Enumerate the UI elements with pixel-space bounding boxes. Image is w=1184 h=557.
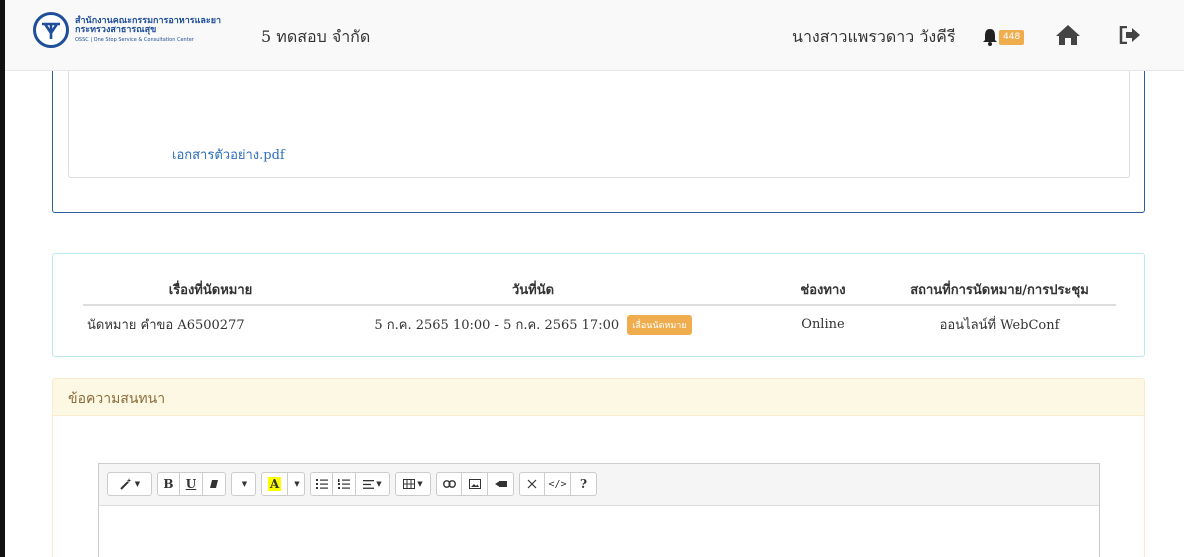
clear-format-button[interactable] — [203, 472, 226, 496]
fullscreen-button[interactable] — [519, 472, 545, 496]
notification-count-badge[interactable]: 448 — [999, 30, 1025, 45]
bullet-list-icon — [315, 479, 328, 489]
documents-panel: เอกสารตัวอย่าง.pdf — [52, 71, 1145, 213]
table-row: นัดหมาย คำขอ A6500277 5 ก.ค. 2565 10:00 … — [83, 305, 1116, 343]
column-header-location: สถานที่การนัดหมาย/การประชุม — [883, 274, 1116, 306]
appointment-date-cell: 5 ก.ค. 2565 10:00 - 5 ก.ค. 2565 17:00 เล… — [303, 305, 763, 343]
chat-panel: ข้อความสนทนา ▼ B U ▼ A ▼ ▼ ▼ </> ? — [52, 378, 1145, 557]
ordered-list-button[interactable] — [333, 472, 356, 496]
appointment-location: ออนไลน์ที่ WebConf — [939, 318, 1060, 333]
video-icon — [494, 481, 507, 487]
logo-line3: OSSC | One Stop Service & Consultation C… — [75, 36, 194, 43]
rich-text-editor[interactable]: ▼ B U ▼ A ▼ ▼ ▼ </> ? — [98, 463, 1100, 557]
fda-logo[interactable]: สำนักงานคณะกรรมการอาหารและยา กระทรวงสาธา… — [33, 12, 221, 48]
window-frame-edge — [0, 0, 5, 557]
bell-icon[interactable] — [981, 28, 999, 50]
appointments-panel: เรื่องที่นัดหมาย วันที่นัด ช่องทาง สถานท… — [52, 253, 1145, 357]
chevron-down-icon: ▼ — [241, 480, 248, 488]
table-insert-button[interactable]: ▼ — [395, 472, 431, 496]
style-magic-wand-button[interactable]: ▼ — [107, 472, 152, 496]
font-color-button[interactable]: A — [261, 472, 288, 496]
column-header-subject: เรื่องที่นัดหมาย — [83, 274, 303, 306]
chevron-down-icon: ▼ — [417, 480, 423, 488]
appointment-subject: นัดหมาย คำขอ A6500277 — [87, 318, 245, 333]
chevron-down-icon: ▼ — [294, 480, 300, 488]
appointment-date: 5 ก.ค. 2565 10:00 - 5 ก.ค. 2565 17:00 — [374, 318, 620, 333]
table-header-row: เรื่องที่นัดหมาย วันที่นัด ช่องทาง สถานท… — [83, 274, 1116, 306]
logout-icon[interactable] — [1119, 25, 1141, 48]
font-color-dropdown-button[interactable]: ▼ — [288, 472, 305, 496]
align-left-icon — [363, 479, 375, 489]
paragraph-align-button[interactable]: ▼ — [356, 472, 390, 496]
top-navbar: สำนักงานคณะกรรมการอาหารและยา กระทรวงสาธา… — [5, 0, 1184, 71]
unordered-list-button[interactable] — [310, 472, 333, 496]
picture-icon — [468, 479, 481, 489]
help-button[interactable]: ? — [571, 472, 597, 496]
link-icon — [442, 480, 456, 488]
eraser-icon — [210, 480, 218, 488]
appointment-channel: Online — [801, 317, 845, 332]
logo-line2: กระทรวงสาธารณสุข — [75, 25, 157, 36]
editor-toolbar: ▼ B U ▼ A ▼ ▼ ▼ </> ? — [99, 464, 1099, 506]
fda-emblem-icon — [33, 12, 69, 48]
bold-button[interactable]: B — [157, 472, 180, 496]
column-header-date: วันที่นัด — [303, 274, 763, 306]
editor-content-area[interactable] — [99, 506, 1099, 557]
user-name[interactable]: นางสาวแพรวดาว วังคีรี — [792, 25, 955, 50]
document-link[interactable]: เอกสารตัวอย่าง.pdf — [172, 144, 285, 165]
underline-button[interactable]: U — [180, 472, 203, 496]
expand-icon — [527, 479, 537, 489]
insert-video-button[interactable] — [488, 472, 514, 496]
chevron-down-icon: ▼ — [376, 480, 382, 488]
column-header-channel: ช่องทาง — [763, 274, 883, 306]
documents-list: เอกสารตัวอย่าง.pdf — [68, 71, 1130, 178]
magic-wand-icon — [120, 478, 132, 490]
reschedule-button[interactable]: เลื่อนนัดหมาย — [627, 315, 692, 335]
insert-link-button[interactable] — [436, 472, 462, 496]
insert-picture-button[interactable] — [462, 472, 488, 496]
numbered-list-icon — [338, 479, 350, 489]
table-icon — [403, 479, 416, 489]
chat-panel-title: ข้อความสนทนา — [53, 379, 1144, 416]
appointments-table: เรื่องที่นัดหมาย วันที่นัด ช่องทาง สถานท… — [83, 274, 1116, 343]
font-size-dropdown-button[interactable]: ▼ — [231, 472, 256, 496]
home-icon[interactable] — [1055, 24, 1081, 50]
company-name: 5 ทดสอบ จำกัด — [261, 27, 371, 46]
font-color-label: A — [267, 477, 282, 491]
code-view-button[interactable]: </> — [545, 472, 571, 496]
